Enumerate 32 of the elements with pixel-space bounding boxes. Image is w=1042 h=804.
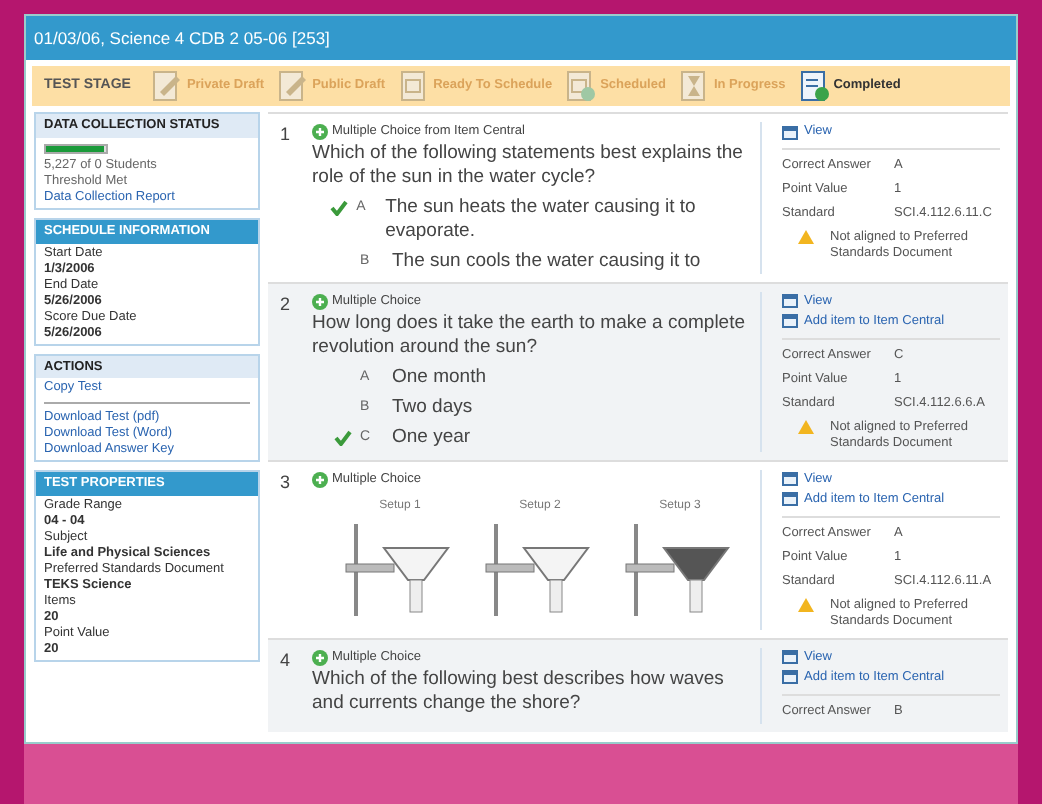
- warning-icon: [798, 419, 814, 434]
- document-icon: [797, 70, 830, 102]
- window-icon: [782, 125, 798, 139]
- calendar-icon: [564, 70, 597, 102]
- choice-text: One month: [392, 365, 486, 389]
- checkmark-icon: [330, 199, 349, 216]
- plus-icon: [312, 293, 328, 310]
- document-icon: [150, 70, 183, 102]
- calendar-icon: [397, 70, 430, 102]
- question-text: How long does it take the earth to make a complete revolution around the sun?: [312, 311, 748, 359]
- hourglass-icon: [677, 70, 710, 102]
- question-number: 1: [278, 122, 293, 148]
- window-icon: [782, 294, 798, 309]
- warning-icon: [798, 230, 814, 244]
- choice-text: One year: [392, 425, 471, 449]
- question-text: Which of the following best describes how waves and currents change the shore?: [312, 667, 726, 715]
- window-icon: [782, 472, 798, 487]
- choice-text: The sun cools the water causing it to: [392, 249, 701, 274]
- plus-icon: [312, 123, 328, 140]
- plus-icon: [312, 471, 328, 488]
- question-number: 2: [278, 291, 293, 318]
- choice-text: The sun heats the water causing it to evaporate.: [385, 195, 698, 244]
- checkmark-icon: [334, 429, 352, 445]
- plus-icon: [312, 649, 328, 666]
- question-number: 3: [278, 469, 293, 496]
- window-icon: [782, 650, 798, 665]
- warning-icon: [798, 597, 814, 612]
- window-title: 01/03/06, Science 4 CDB 2 05-06 [253]: [26, 16, 1016, 60]
- choice-text: Two days: [392, 395, 473, 419]
- question-text: Which of the following statements best explains the role of the sun in the water cycle?: [312, 141, 745, 190]
- document-icon: [276, 70, 309, 102]
- question-number: 4: [278, 647, 293, 674]
